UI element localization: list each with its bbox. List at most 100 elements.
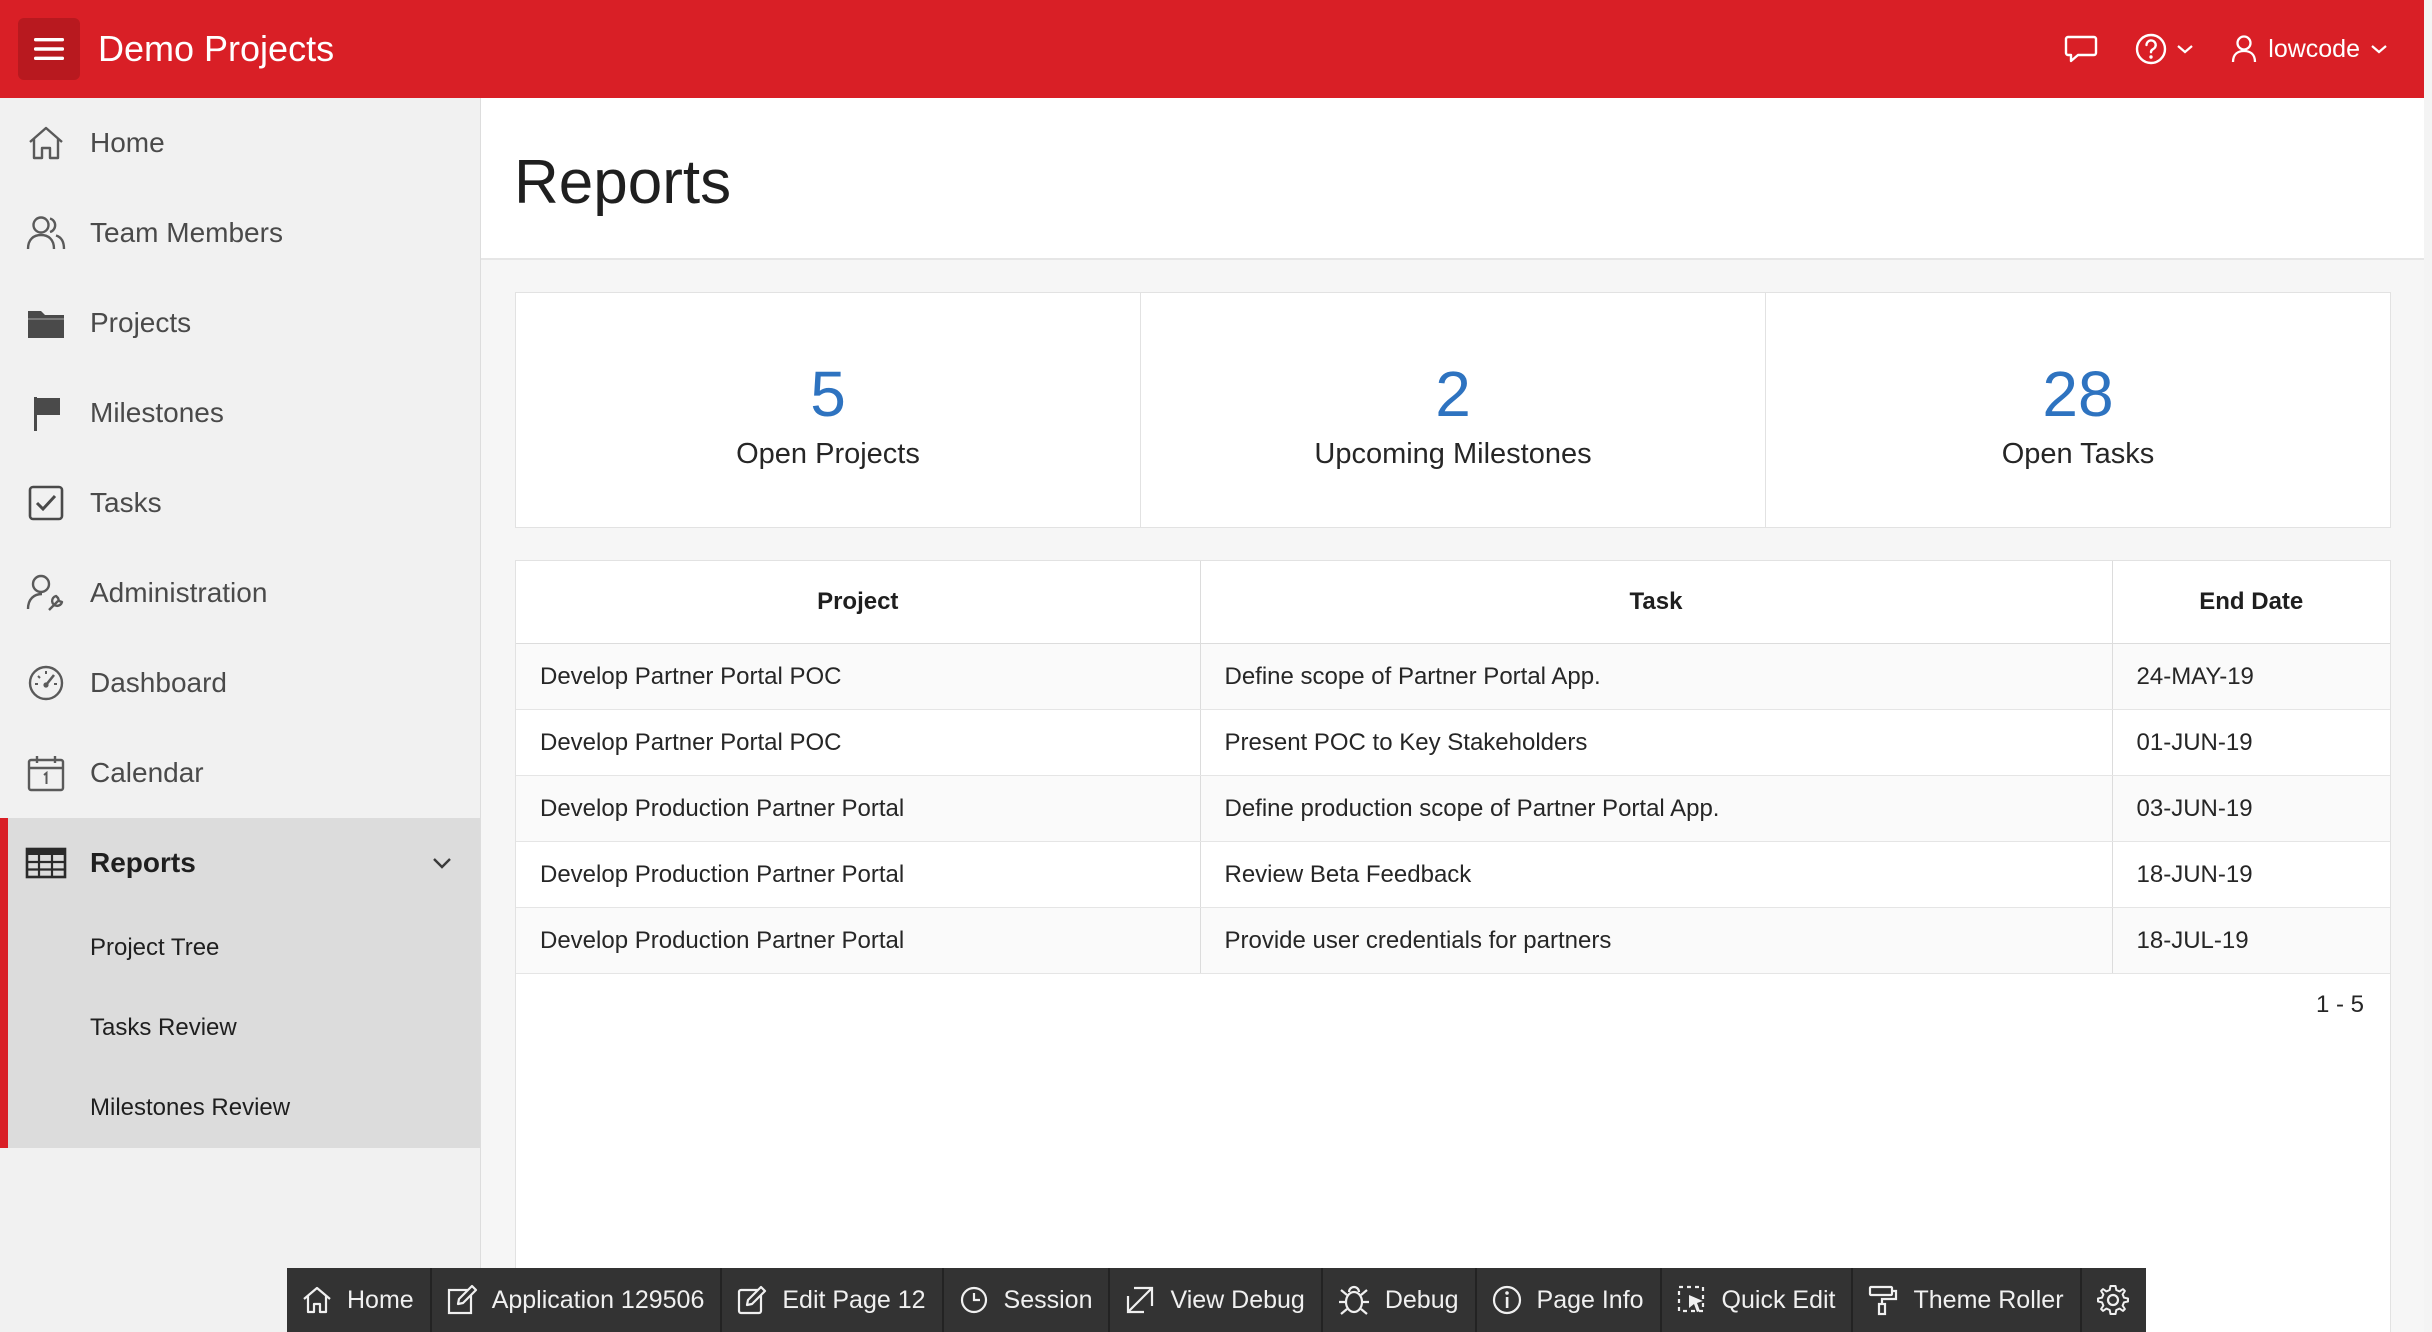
badge-value: 5 <box>810 357 846 430</box>
column-header-task[interactable]: Task <box>1200 561 2113 644</box>
badge-open-tasks: 28 Open Tasks <box>1766 293 2390 527</box>
chevron-down-icon <box>2177 45 2193 54</box>
badge-value: 2 <box>1435 357 1471 430</box>
sidebar-subitem-tasks-review[interactable]: Tasks Review <box>0 988 480 1068</box>
cell-task: Define production scope of Partner Porta… <box>1200 775 2113 842</box>
badge-label: Upcoming Milestones <box>1314 437 1592 470</box>
pagination-range: 1 - 5 <box>2315 991 2364 1018</box>
cell-end-date: 01-JUN-19 <box>2112 709 2390 776</box>
cell-task: Present POC to Key Stakeholders <box>1200 709 2113 776</box>
developer-toolbar: Home Application 129506 Edit Page 12 Ses… <box>287 1268 2146 1332</box>
table-row: Develop Production Partner Portal Provid… <box>516 907 2390 974</box>
sidebar-item-label: Administration <box>90 577 268 608</box>
sidebar-item-administration[interactable]: Administration <box>0 548 480 638</box>
bug-icon <box>1338 1285 1369 1315</box>
sidebar-item-reports[interactable]: Reports <box>0 818 480 908</box>
devbar-label: Edit Page 12 <box>782 1285 926 1314</box>
devbar-label: Session <box>1003 1285 1093 1314</box>
table-icon <box>22 839 70 887</box>
table-row: Develop Partner Portal POC Present POC t… <box>516 709 2390 776</box>
cell-end-date: 24-MAY-19 <box>2112 643 2390 710</box>
devbar-page-info-button[interactable]: Page Info <box>1477 1268 1662 1332</box>
devbar-application-button[interactable]: Application 129506 <box>432 1268 723 1332</box>
page-title: Reports <box>514 148 732 217</box>
reports-submenu: Project Tree Tasks Review Milestones Rev… <box>0 908 480 1148</box>
cell-project: Develop Production Partner Portal <box>516 775 1201 842</box>
devbar-label: Debug <box>1384 1285 1459 1314</box>
sidebar-subitem-project-tree[interactable]: Project Tree <box>0 908 480 988</box>
table-row: Develop Production Partner Portal Define… <box>516 775 2390 842</box>
cell-task: Review Beta Feedback <box>1200 841 2113 908</box>
devbar-label: Theme Roller <box>1913 1285 2064 1314</box>
sidebar-item-label: Home <box>90 127 165 158</box>
gear-icon <box>2096 1285 2129 1315</box>
sidebar-item-label: Projects <box>90 307 192 338</box>
devbar-edit-page-button[interactable]: Edit Page 12 <box>722 1268 944 1332</box>
devbar-view-debug-button[interactable]: View Debug <box>1110 1268 1323 1332</box>
gauge-icon <box>22 659 70 707</box>
sidebar-item-calendar[interactable]: Calendar <box>0 728 480 818</box>
devbar-theme-roller-button[interactable]: Theme Roller <box>1853 1268 2082 1332</box>
main-content: 5 Open Projects 2 Upcoming Milestones 28… <box>481 260 2424 1332</box>
devbar-label: Quick Edit <box>1721 1285 1836 1314</box>
tasks-report: Project Task End Date Develop Partner Po… <box>515 560 2391 1332</box>
user-wrench-icon <box>22 569 70 617</box>
cell-end-date: 18-JUN-19 <box>2112 841 2390 908</box>
sidebar-item-home[interactable]: Home <box>0 98 480 188</box>
top-navbar: Demo Projects lowcode <box>0 0 2424 98</box>
sidebar-item-label: Reports <box>90 847 196 878</box>
open-arrow-icon <box>1127 1286 1154 1314</box>
sidebar-item-projects[interactable]: Projects <box>0 278 480 368</box>
edit-box-icon <box>447 1284 477 1315</box>
devbar-label: Application 129506 <box>491 1285 705 1314</box>
devbar-quick-edit-button[interactable]: Quick Edit <box>1662 1268 1854 1332</box>
sidebar-item-milestones[interactable]: Milestones <box>0 368 480 458</box>
chevron-down-icon[interactable] <box>430 848 454 878</box>
home-icon <box>22 119 70 167</box>
badge-upcoming-milestones: 2 Upcoming Milestones <box>1141 293 1766 527</box>
sidebar-nav: Home Team Members Projects Milestones Ta… <box>0 98 481 1332</box>
home-icon <box>303 1286 331 1314</box>
user-name: lowcode <box>2268 34 2360 63</box>
cell-project: Develop Production Partner Portal <box>516 841 1201 908</box>
sidebar-item-dashboard[interactable]: Dashboard <box>0 638 480 728</box>
cell-project: Develop Production Partner Portal <box>516 907 1201 974</box>
cell-project: Develop Partner Portal POC <box>516 709 1201 776</box>
clock-icon <box>960 1286 987 1314</box>
feedback-button[interactable] <box>2046 0 2116 98</box>
sidebar-item-tasks[interactable]: Tasks <box>0 458 480 548</box>
devbar-label: Home <box>347 1285 414 1314</box>
help-menu-button[interactable] <box>2116 0 2212 98</box>
devbar-label: View Debug <box>1170 1285 1305 1314</box>
app-title[interactable]: Demo Projects <box>98 27 334 71</box>
folder-icon <box>22 299 70 347</box>
users-icon <box>22 209 70 257</box>
calendar-icon <box>22 749 70 797</box>
devbar-home-button[interactable]: Home <box>287 1268 432 1332</box>
badge-label: Open Projects <box>736 437 920 470</box>
badge-list: 5 Open Projects 2 Upcoming Milestones 28… <box>515 292 2391 528</box>
sidebar-item-team-members[interactable]: Team Members <box>0 188 480 278</box>
devbar-label: Page Info <box>1536 1285 1644 1314</box>
sidebar-item-label: Milestones <box>90 397 224 428</box>
sidebar-subitem-milestones-review[interactable]: Milestones Review <box>0 1068 480 1148</box>
cell-task: Provide user credentials for partners <box>1200 907 2113 974</box>
cell-end-date: 03-JUN-19 <box>2112 775 2390 842</box>
user-menu-button[interactable]: lowcode <box>2212 0 2424 98</box>
devbar-debug-button[interactable]: Debug <box>1323 1268 1477 1332</box>
sidebar-item-label: Tasks <box>90 487 162 518</box>
devbar-settings-button[interactable] <box>2082 1268 2146 1332</box>
hamburger-icon <box>34 38 64 60</box>
cell-project: Develop Partner Portal POC <box>516 643 1201 710</box>
help-icon <box>2136 33 2167 65</box>
devbar-session-button[interactable]: Session <box>944 1268 1111 1332</box>
page-header: Reports <box>481 98 2424 260</box>
column-header-project[interactable]: Project <box>516 561 1201 644</box>
pencil-icon <box>738 1285 767 1315</box>
table-header-row: Project Task End Date <box>516 561 2390 644</box>
select-cursor-icon <box>1677 1285 1704 1313</box>
column-header-end-date[interactable]: End Date <box>2112 561 2390 644</box>
table-row: Develop Partner Portal POC Define scope … <box>516 643 2390 710</box>
cell-end-date: 18-JUL-19 <box>2112 907 2390 974</box>
menu-toggle-button[interactable] <box>18 18 80 80</box>
